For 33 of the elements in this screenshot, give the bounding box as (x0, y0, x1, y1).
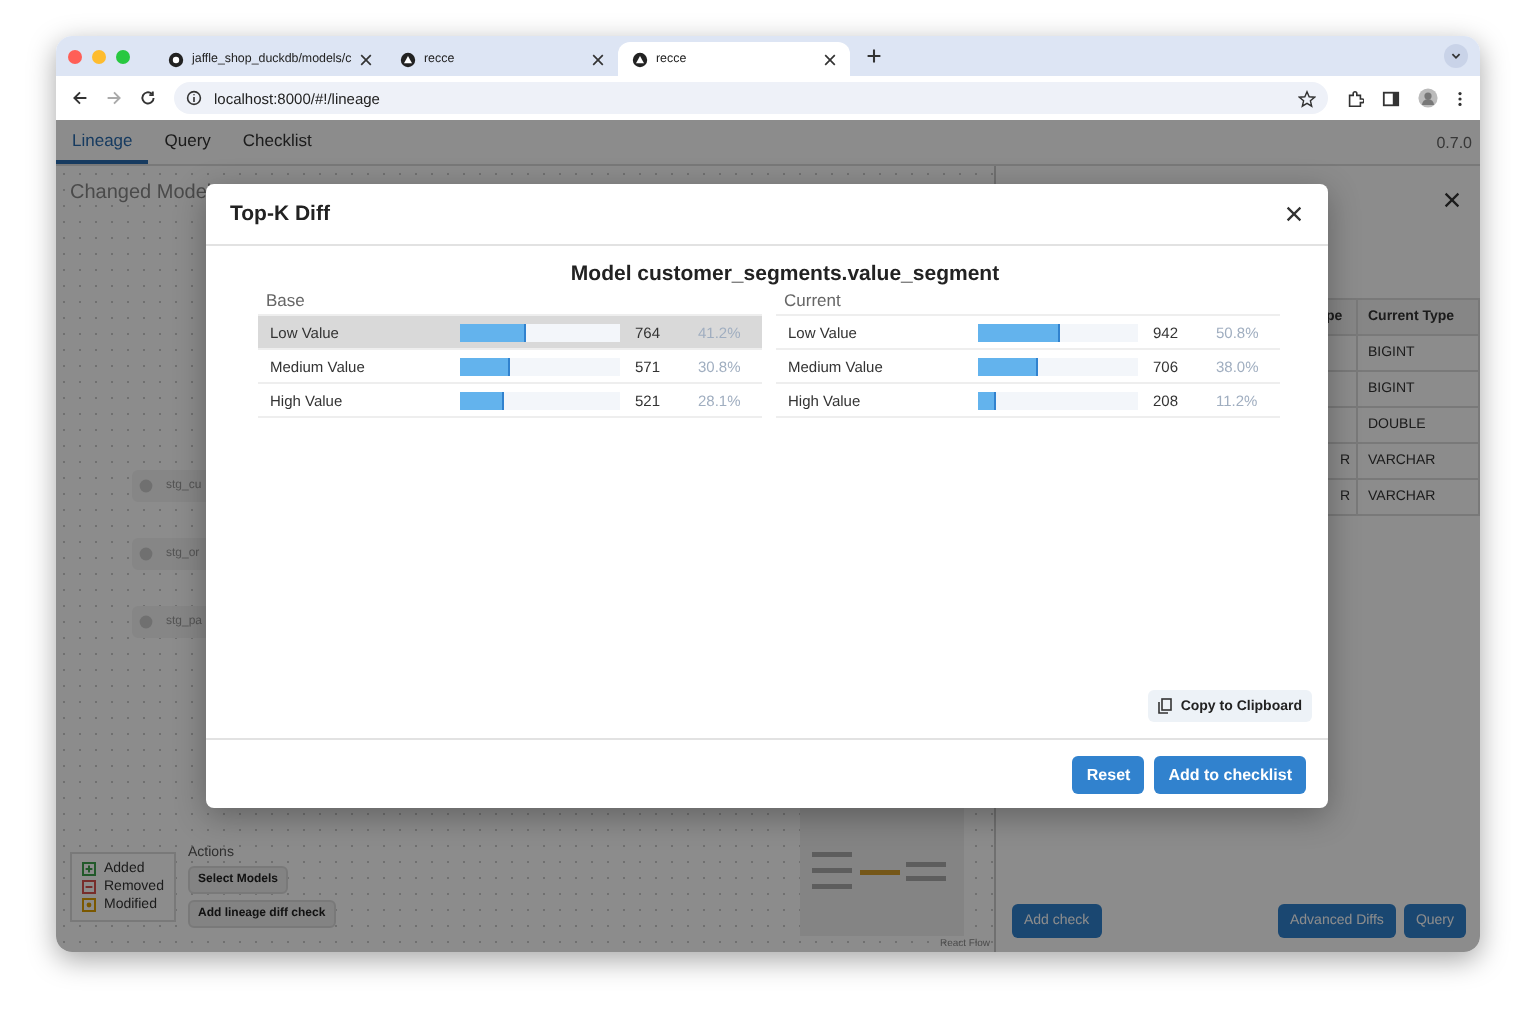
close-icon[interactable] (1286, 206, 1302, 222)
tab-menu-button[interactable] (1444, 44, 1468, 68)
close-icon[interactable] (592, 53, 604, 65)
caret-icon (1450, 50, 1462, 62)
logo-icon (400, 51, 416, 67)
copy-icon (1158, 698, 1173, 714)
puzzle-icon[interactable] (1346, 89, 1364, 107)
avatar-icon[interactable] (1418, 88, 1438, 108)
side-label: Base (264, 290, 307, 314)
star-icon[interactable] (1298, 89, 1316, 107)
minus-square-icon (82, 880, 96, 894)
dialog-button[interactable]: Add to checklist (1154, 755, 1306, 793)
close-icon[interactable] (824, 53, 836, 65)
dot-square-icon (82, 898, 96, 912)
menu-icon[interactable] (1456, 89, 1464, 107)
dialog-title: Top-K Diff (230, 202, 332, 226)
app-tab[interactable]: Lineage (56, 120, 149, 164)
close-icon[interactable] (1444, 192, 1460, 208)
back-icon[interactable] (72, 90, 88, 106)
model-heading: Model customer_segments.value_segment (568, 262, 1002, 286)
info-icon[interactable] (186, 90, 202, 106)
side-label: Current (782, 290, 843, 314)
dialog-button[interactable]: Reset (1072, 755, 1145, 793)
app-tab[interactable]: Query (148, 120, 227, 164)
version-label: 0.7.0 (1436, 133, 1472, 151)
app-tab[interactable]: Checklist (226, 120, 328, 164)
logo-icon (632, 51, 648, 67)
plus-square-icon (82, 862, 96, 876)
plus-icon[interactable] (866, 48, 882, 64)
minimap-drawing (812, 852, 952, 892)
close-icon[interactable] (360, 53, 372, 65)
reload-icon[interactable] (140, 90, 156, 106)
sidebar-icon[interactable] (1382, 89, 1400, 107)
